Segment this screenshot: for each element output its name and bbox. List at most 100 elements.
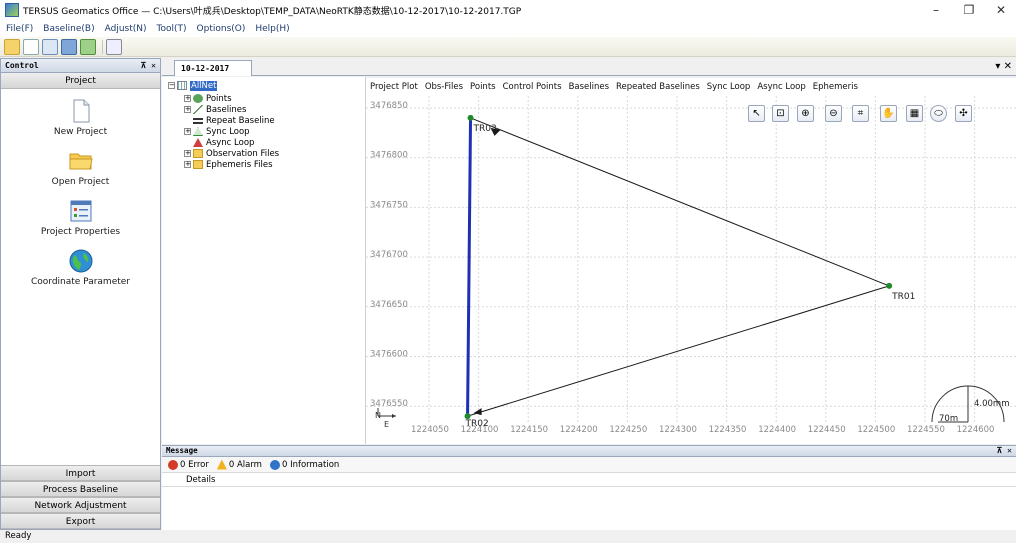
project-section-header[interactable]: Project — [1, 73, 160, 89]
tree-item-points[interactable]: + Points — [184, 93, 232, 104]
east-arrowhead — [392, 414, 396, 418]
tab-sync-loop[interactable]: Sync Loop — [707, 82, 751, 92]
menu-baseline[interactable]: Baseline(B) — [43, 24, 94, 34]
message-pin-close[interactable]: ⊼ ✕ — [997, 446, 1013, 456]
expand-icon[interactable]: + — [184, 95, 191, 102]
tab-ephemeris[interactable]: Ephemeris — [813, 82, 858, 92]
expand-icon[interactable]: + — [184, 128, 191, 135]
repeat-baseline-icon — [193, 117, 203, 124]
tree-item-baselines-label: Baselines — [206, 104, 247, 115]
maximize-button[interactable]: ❐ — [955, 2, 983, 18]
open-project-item[interactable]: Open Project — [1, 149, 160, 187]
tree-root-label: AllNet — [190, 80, 218, 91]
zoom-out-icon[interactable]: ⊖ — [825, 105, 842, 122]
close-window-button[interactable]: ✕ — [987, 2, 1015, 18]
tab-baselines[interactable]: Baselines — [569, 82, 609, 92]
expand-icon[interactable]: + — [184, 161, 191, 168]
y-tick-label: 3476650 — [370, 300, 408, 310]
tree-item-async-loop-label: Async Loop — [206, 137, 255, 148]
tab-repeated-baselines[interactable]: Repeated Baselines — [616, 82, 700, 92]
tree-item-baselines[interactable]: + Baselines — [184, 104, 246, 115]
baseline-tr01-tr03 — [470, 117, 890, 287]
new-project-item[interactable]: New Project — [1, 99, 160, 137]
details-column-header[interactable]: Details — [162, 473, 1016, 487]
grid-icon — [177, 81, 187, 90]
process-icon[interactable] — [80, 38, 96, 55]
section-import[interactable]: Import — [1, 465, 160, 481]
grid-toggle-icon[interactable]: ▦ — [906, 105, 923, 122]
pan-hand-icon[interactable]: ✋ — [880, 105, 897, 122]
menu-help[interactable]: Help(H) — [255, 24, 289, 34]
tab-control-points[interactable]: Control Points — [503, 82, 562, 92]
document-close-button[interactable]: ▾ ✕ — [995, 61, 1012, 72]
tab-project-plot[interactable]: Project Plot — [370, 82, 418, 92]
x-tick-label: 1224150 — [510, 425, 548, 435]
report-icon[interactable] — [106, 38, 122, 55]
zoom-in-icon[interactable]: ⊕ — [797, 105, 814, 122]
x-tick-label: 1224050 — [411, 425, 449, 435]
coordinate-parameter-item[interactable]: Coordinate Parameter — [1, 249, 160, 287]
document-tab[interactable]: 10-12-2017 — [174, 60, 252, 76]
info-icon — [269, 459, 280, 470]
tree-item-repeat-baseline[interactable]: Repeat Baseline — [193, 115, 275, 126]
menu-bar: File(F) Baseline(B) Adjust(N) Tool(T) Op… — [0, 20, 1016, 37]
expand-icon[interactable]: + — [184, 106, 191, 113]
sync-loop-icon — [193, 127, 203, 136]
tab-obs-files[interactable]: Obs-Files — [425, 82, 463, 92]
status-bar: Ready — [0, 530, 1016, 543]
import-icon[interactable] — [42, 38, 58, 55]
control-bottom-sections: Import Process Baseline Network Adjustme… — [1, 465, 160, 529]
zoom-window-icon[interactable]: ⊡ — [772, 105, 789, 122]
section-process-baseline[interactable]: Process Baseline — [1, 481, 160, 497]
point-marker-tr03 — [467, 114, 474, 121]
baseline-tr02-tr03 — [466, 117, 473, 417]
x-tick-label: 1224600 — [957, 425, 995, 435]
async-loop-icon — [193, 138, 203, 147]
project-properties-item[interactable]: Project Properties — [1, 199, 160, 237]
error-filter[interactable]: 0 Error — [168, 459, 209, 470]
points-icon — [193, 94, 203, 103]
tree-item-async-loop[interactable]: Async Loop — [193, 137, 254, 148]
section-network-adjustment[interactable]: Network Adjustment — [1, 497, 160, 513]
menu-options[interactable]: Options(O) — [197, 24, 246, 34]
save-icon[interactable] — [61, 38, 77, 55]
x-tick-label: 1224400 — [758, 425, 796, 435]
zoom-extent-icon[interactable]: ⌗ — [852, 105, 869, 122]
warning-icon — [216, 459, 227, 470]
open-project-label: Open Project — [51, 177, 110, 187]
project-plot-area[interactable]: 3476850 3476800 3476750 3476700 3476650 34766… — [366, 96, 1016, 444]
tree-item-points-label: Points — [206, 93, 232, 104]
tab-async-loop[interactable]: Async Loop — [757, 82, 805, 92]
tree-item-observation-files[interactable]: + Observation Files — [184, 148, 279, 159]
network-plot[interactable]: 3476850 3476800 3476750 3476700 3476650 34766… — [366, 96, 1016, 444]
y-tick-label: 3476700 — [370, 250, 408, 260]
project-tree: − AllNet + Points + Baselines Repeat Bas… — [162, 77, 366, 444]
point-label: TR03 — [473, 124, 497, 134]
tree-item-sync-loop[interactable]: + Sync Loop — [184, 126, 250, 137]
y-tick-label: 3476800 — [370, 151, 408, 161]
menu-tool[interactable]: Tool(T) — [157, 24, 187, 34]
minimize-button[interactable]: – — [922, 2, 950, 18]
message-title: Message — [166, 446, 198, 455]
select-pointer-icon[interactable]: ↖ — [748, 105, 765, 122]
project-properties-icon — [70, 200, 91, 222]
x-tick-label: 1224300 — [659, 425, 697, 435]
tab-points[interactable]: Points — [470, 82, 496, 92]
control-panel-pin-close[interactable]: ⊼ ✕ — [141, 61, 157, 70]
network-view-icon[interactable]: ✣ — [955, 105, 972, 122]
alarm-filter[interactable]: 0 Alarm — [216, 459, 262, 470]
collapse-icon[interactable]: − — [168, 82, 175, 89]
expand-icon[interactable]: + — [184, 150, 191, 157]
info-count: 0 Information — [281, 459, 340, 470]
open-folder-icon[interactable] — [4, 38, 20, 55]
error-ellipse-icon[interactable]: ⬭ — [930, 105, 947, 122]
tree-root[interactable]: − AllNet — [168, 80, 218, 91]
x-tick-label: 1224550 — [907, 425, 945, 435]
menu-adjust[interactable]: Adjust(N) — [105, 24, 147, 34]
section-export[interactable]: Export — [1, 513, 160, 529]
info-filter[interactable]: 0 Information — [269, 459, 340, 470]
new-file-icon[interactable] — [23, 38, 39, 55]
tree-item-ephemeris-files[interactable]: + Ephemeris Files — [184, 159, 273, 170]
menu-file[interactable]: File(F) — [6, 24, 33, 34]
point-label: TR02 — [465, 419, 489, 429]
